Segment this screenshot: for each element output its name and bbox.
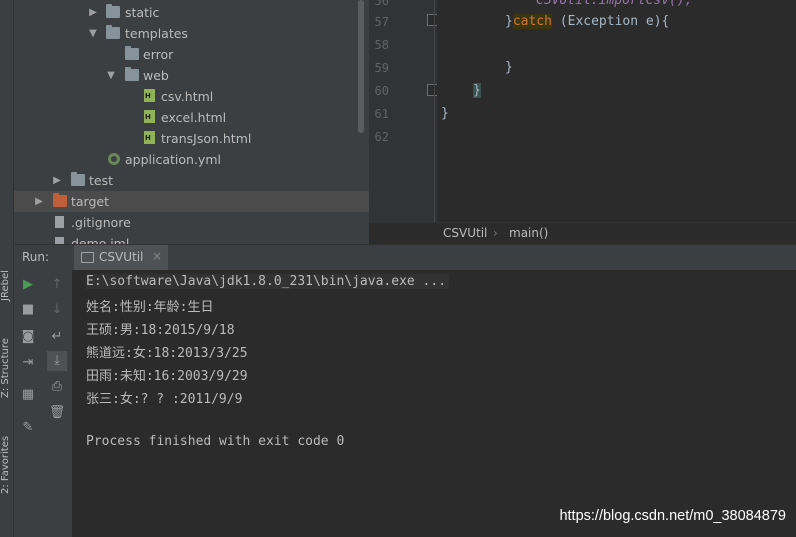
html-file-icon (144, 110, 155, 123)
breadcrumb: CSVUtil › main() (369, 222, 796, 245)
console-line: 姓名:性别:年龄:生日 (86, 300, 214, 315)
tree-item-gitignore[interactable]: .gitignore (14, 212, 369, 233)
tree-item-web[interactable]: ▼ web (14, 65, 369, 86)
line-number: 62 (374, 130, 389, 144)
console-icon (81, 252, 94, 263)
tree-item-templates[interactable]: ▼ templates (14, 23, 369, 44)
breadcrumb-separator: › (493, 226, 498, 240)
chevron-right-icon[interactable]: ▶ (52, 170, 62, 191)
structure-tab[interactable]: Z: Structure (0, 332, 13, 404)
breadcrumb-method[interactable]: main() (509, 226, 548, 240)
tree-item-label: web (143, 68, 169, 83)
run-toolbar: ▶ ■ ◙ ⇥ ▦ ✎ (14, 270, 42, 537)
chevron-right-icon[interactable]: ▶ (34, 191, 44, 212)
print-icon[interactable]: ⎙ (47, 377, 67, 397)
console-toolbar: ↑ ↓ ↵ ⤓ ⎙ 🗑 (42, 270, 73, 537)
tree-item-error[interactable]: error (14, 44, 369, 65)
tree-item-label: excel.html (161, 110, 227, 125)
line-number: 57 (374, 15, 389, 29)
line-number: 58 (374, 38, 389, 52)
layout-icon[interactable]: ▦ (18, 385, 38, 405)
line-number: 56 (374, 0, 389, 8)
arrow-down-icon[interactable]: ↓ (47, 300, 67, 320)
tree-item-application-yml[interactable]: application.yml (14, 149, 369, 170)
code-line-61: } (441, 106, 449, 121)
code-line-57: }catch (Exception e){ (505, 14, 669, 29)
console-line: Process finished with exit code 0 (86, 434, 345, 449)
tree-item-label: target (71, 194, 110, 209)
run-title: Run: (22, 250, 50, 264)
arrow-up-icon[interactable]: ↑ (47, 275, 67, 295)
camera-icon[interactable]: ◙ (18, 327, 38, 347)
chevron-down-icon[interactable]: ▼ (106, 65, 116, 86)
line-number: 60 (374, 84, 389, 98)
console-line: 田雨:未知:16:2003/9/29 (86, 369, 248, 384)
folder-icon (106, 25, 120, 39)
watermark: https://blog.csdn.net/m0_38084879 (559, 508, 786, 524)
chevron-right-icon[interactable]: ▶ (88, 2, 98, 23)
console-line: 张三:女:? ? :2011/9/9 (86, 392, 243, 407)
code-editor[interactable] (434, 0, 796, 222)
line-number: 61 (374, 107, 389, 121)
folder-icon (53, 193, 67, 207)
rerun-icon[interactable]: ▶ (18, 275, 38, 295)
tree-item-transjson-html[interactable]: transJson.html (14, 128, 369, 149)
favorites-tab[interactable]: 2: Favorites (0, 430, 13, 500)
trash-icon[interactable]: 🗑 (47, 403, 67, 423)
exit-icon[interactable]: ⇥ (18, 353, 38, 373)
html-file-icon (144, 89, 155, 102)
console-line: 熊道远:女:18:2013/3/25 (86, 346, 248, 361)
tree-item-demo-iml[interactable]: demo.iml (14, 233, 369, 244)
run-tab-label: CSVUtil (99, 250, 144, 264)
soft-wrap-icon[interactable]: ↵ (47, 327, 67, 347)
tree-item-label: static (125, 5, 160, 20)
spring-config-icon (108, 153, 120, 165)
code-line-56: CSVUtil.importCsv(); (536, 0, 693, 8)
tree-item-label: demo.iml (71, 236, 130, 244)
tree-item-label: error (143, 47, 174, 62)
run-tab-csvutil[interactable]: CSVUtil × (74, 245, 168, 270)
tree-item-csv-html[interactable]: csv.html (14, 86, 369, 107)
tree-scrollbar[interactable] (358, 0, 364, 133)
brace: } (505, 14, 513, 29)
tree-item-label: test (89, 173, 114, 188)
code-line-59: } (505, 60, 513, 75)
tree-item-label: application.yml (125, 152, 221, 167)
console-line: E:\software\Java\jdk1.8.0_231\bin\java.e… (86, 274, 450, 289)
tree-item-label: .gitignore (71, 215, 131, 230)
folder-icon (125, 67, 139, 81)
project-tree: ▶ static ▼ templates error ▼ web csv.htm… (14, 0, 369, 244)
breadcrumb-class[interactable]: CSVUtil (443, 226, 487, 240)
scroll-to-end-icon[interactable]: ⤓ (47, 351, 67, 371)
line-number: 59 (374, 61, 389, 75)
html-file-icon (144, 131, 155, 144)
chevron-down-icon[interactable]: ▼ (88, 23, 98, 44)
tree-item-test[interactable]: ▶ test (14, 170, 369, 191)
tree-item-label: transJson.html (161, 131, 252, 146)
tree-item-static[interactable]: ▶ static (14, 2, 369, 23)
tree-item-label: templates (125, 26, 188, 41)
left-tool-strip: JRebel Z: Structure 2: Favorites (0, 0, 14, 537)
stop-icon[interactable]: ■ (18, 300, 38, 320)
catch-keyword: catch (512, 14, 552, 29)
file-icon (55, 216, 64, 228)
folder-icon (106, 4, 120, 18)
close-icon[interactable]: × (152, 249, 162, 263)
tree-item-label: csv.html (161, 89, 214, 104)
console-line: 王硕:男:18:2015/9/18 (86, 323, 235, 338)
tree-item-excel-html[interactable]: excel.html (14, 107, 369, 128)
file-icon (55, 237, 64, 244)
run-panel-header: Run: CSVUtil × (14, 244, 796, 271)
code-line-60: } (473, 83, 481, 98)
jrebel-tab[interactable]: JRebel (0, 262, 13, 310)
tree-item-target[interactable]: ▶ target (14, 191, 369, 212)
folder-icon (125, 46, 139, 60)
catch-clause: (Exception e){ (551, 14, 670, 29)
pin-icon[interactable]: ✎ (18, 418, 38, 438)
folder-icon (71, 172, 85, 186)
